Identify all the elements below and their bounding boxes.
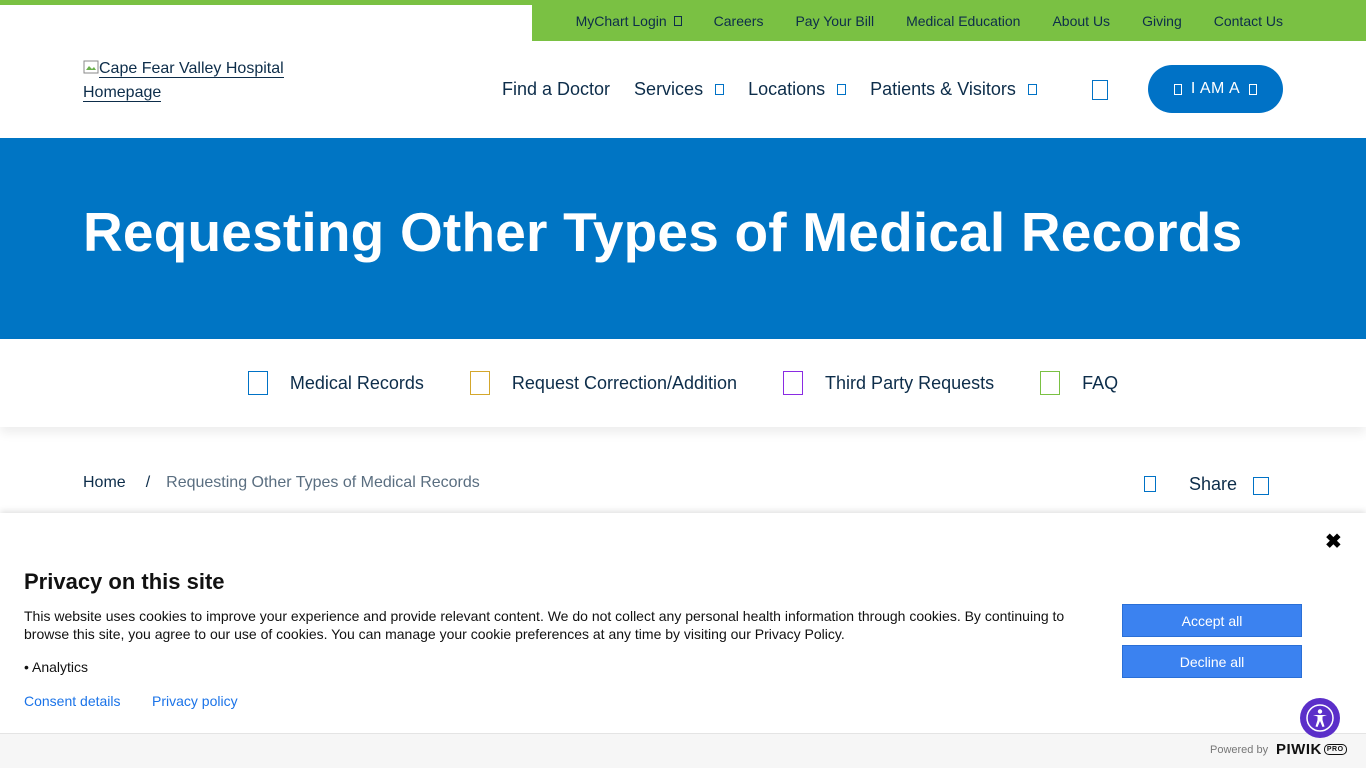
- i-am-a-button[interactable]: I AM A: [1148, 65, 1283, 113]
- utility-link-label: Pay Your Bill: [795, 12, 875, 29]
- i-am-a-label: I AM A: [1190, 80, 1241, 97]
- nav-label: Patients & Visitors: [870, 78, 1016, 99]
- utility-link-label: Careers: [713, 12, 764, 29]
- chevron-down-icon: [715, 83, 725, 95]
- question-icon: [1040, 371, 1061, 395]
- privacy-consent-banner: ✖ Privacy on this site This website uses…: [0, 513, 1366, 768]
- print-icon[interactable]: [1144, 476, 1156, 492]
- consent-text: This website uses cookies to improve you…: [24, 608, 1065, 642]
- nav-label: Find a Doctor: [502, 78, 611, 99]
- nav-find-a-doctor[interactable]: Find a Doctor: [502, 79, 610, 100]
- utility-nav: MyChart Login Careers Pay Your Bill Medi…: [532, 0, 1366, 41]
- close-icon[interactable]: ✖: [1325, 532, 1342, 552]
- utility-link-giving[interactable]: Giving: [1142, 13, 1182, 29]
- chevron-down-icon: [1249, 83, 1258, 95]
- utility-link-label: Contact Us: [1213, 12, 1283, 29]
- quick-link-label: FAQ: [1082, 372, 1119, 393]
- share-icon[interactable]: [1253, 477, 1269, 495]
- utility-link-medical-education[interactable]: Medical Education: [906, 13, 1020, 29]
- quick-link-label: Third Party Requests: [825, 372, 995, 393]
- nav-services[interactable]: Services: [634, 78, 725, 100]
- utility-link-mychart[interactable]: MyChart Login: [576, 13, 682, 29]
- nav-label: Locations: [748, 78, 826, 99]
- utility-link-pay-bill[interactable]: Pay Your Bill: [795, 13, 874, 29]
- piwik-pro-logo: PIWIK PRO: [1276, 741, 1347, 758]
- nav-label: Services: [634, 78, 704, 99]
- hero-banner: Requesting Other Types of Medical Record…: [0, 138, 1366, 339]
- breadcrumb-home[interactable]: Home: [83, 474, 126, 492]
- consent-bullet-analytics: • Analytics: [24, 659, 89, 675]
- consent-title: Privacy on this site: [24, 569, 225, 594]
- external-link-icon: [673, 15, 682, 26]
- logo-link[interactable]: Cape Fear Valley Hospital Homepage: [83, 57, 293, 105]
- user-icon: [1173, 83, 1182, 95]
- logo-alt-text: Cape Fear Valley Hospital Homepage: [83, 60, 284, 102]
- utility-link-label: About Us: [1052, 12, 1111, 29]
- breadcrumb-current: Requesting Other Types of Medical Record…: [166, 474, 480, 491]
- utility-link-about-us[interactable]: About Us: [1052, 13, 1110, 29]
- quick-link-third-party[interactable]: Third Party Requests: [783, 371, 994, 395]
- quick-link-medical-records[interactable]: Medical Records: [247, 371, 424, 395]
- chevron-down-icon: [1027, 83, 1037, 95]
- piwik-pro-badge: PRO: [1323, 744, 1347, 755]
- breadcrumb: Home / Requesting Other Types of Medical…: [83, 474, 480, 492]
- share-label[interactable]: Share: [1189, 474, 1237, 495]
- accessibility-icon: [1306, 704, 1334, 732]
- document-icon: [247, 371, 268, 395]
- privacy-policy-link[interactable]: Privacy policy: [152, 693, 238, 709]
- accessibility-button[interactable]: [1300, 698, 1340, 738]
- edit-icon: [469, 371, 490, 395]
- quick-link-request-correction[interactable]: Request Correction/Addition: [469, 371, 738, 395]
- piwik-logo-text: PIWIK: [1276, 741, 1322, 758]
- consent-footer: [0, 733, 1366, 768]
- utility-link-careers[interactable]: Careers: [714, 13, 764, 29]
- breadcrumb-separator: /: [145, 474, 151, 491]
- decline-all-button[interactable]: Decline all: [1122, 645, 1302, 678]
- nav-locations[interactable]: Locations: [748, 78, 847, 100]
- consent-details-link[interactable]: Consent details: [24, 693, 121, 709]
- users-icon: [783, 371, 804, 395]
- quick-link-faq[interactable]: FAQ: [1040, 371, 1118, 395]
- main-nav: Find a Doctor Services Locations Patient…: [502, 76, 1061, 102]
- quick-link-label: Medical Records: [289, 372, 424, 393]
- nav-patients-visitors[interactable]: Patients & Visitors: [870, 79, 1037, 100]
- chevron-down-icon: [837, 83, 847, 95]
- quick-link-label: Request Correction/Addition: [511, 372, 738, 393]
- utility-link-label: Giving: [1142, 12, 1182, 29]
- quick-links-bar: Medical Records Request Correction/Addit…: [0, 339, 1366, 427]
- broken-image-icon: [83, 60, 99, 74]
- page-title: Requesting Other Types of Medical Record…: [83, 201, 1243, 263]
- accept-all-button[interactable]: Accept all: [1122, 604, 1302, 637]
- utility-link-label: MyChart Login: [575, 12, 667, 29]
- search-icon[interactable]: [1092, 80, 1108, 100]
- utility-link-label: Medical Education: [906, 12, 1021, 29]
- powered-by-label: Powered by: [1210, 744, 1269, 756]
- utility-link-contact-us[interactable]: Contact Us: [1214, 13, 1283, 29]
